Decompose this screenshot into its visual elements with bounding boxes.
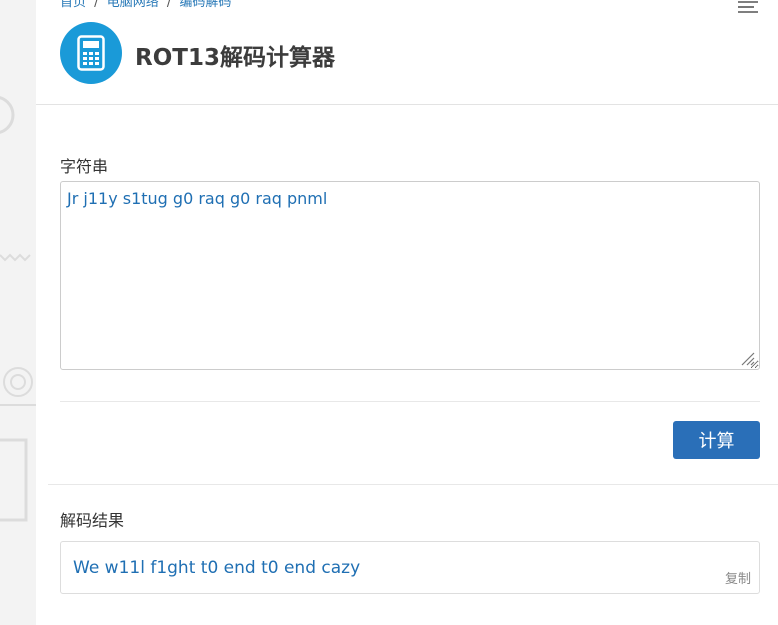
string-input[interactable]: Jr j11y s1tug g0 raq g0 raq pnml: [60, 181, 760, 370]
copy-button[interactable]: 复制: [725, 568, 751, 587]
calculator-icon: [77, 35, 105, 71]
menu-icon[interactable]: [736, 0, 760, 14]
calculate-button[interactable]: 计算: [673, 421, 760, 459]
breadcrumb-category[interactable]: 电脑网络: [107, 0, 159, 10]
header-divider: [36, 104, 778, 105]
calculator-logo: [60, 22, 122, 84]
result-label: 解码结果: [60, 511, 125, 530]
background-decoration: [0, 0, 36, 625]
breadcrumb-separator: /: [94, 0, 99, 10]
result-divider: [48, 484, 778, 485]
section-divider: [60, 401, 760, 402]
resize-handle-icon[interactable]: [739, 350, 755, 366]
result-value: We w11l f1ght t0 end t0 end cazy: [73, 558, 361, 578]
breadcrumb: 首页 / 电脑网络 / 编码解码: [60, 0, 231, 10]
page-title: ROT13解码计算器: [135, 45, 335, 71]
input-label: 字符串: [60, 157, 109, 176]
breadcrumb-current[interactable]: 编码解码: [179, 0, 231, 10]
calculator-card: 首页 / 电脑网络 / 编码解码 ROT13解码计算器 字符串 Jr j11y …: [36, 0, 778, 625]
breadcrumb-separator: /: [166, 0, 172, 10]
breadcrumb-home[interactable]: 首页: [60, 0, 86, 10]
result-box: We w11l f1ght t0 end t0 end cazy 复制: [60, 541, 760, 594]
